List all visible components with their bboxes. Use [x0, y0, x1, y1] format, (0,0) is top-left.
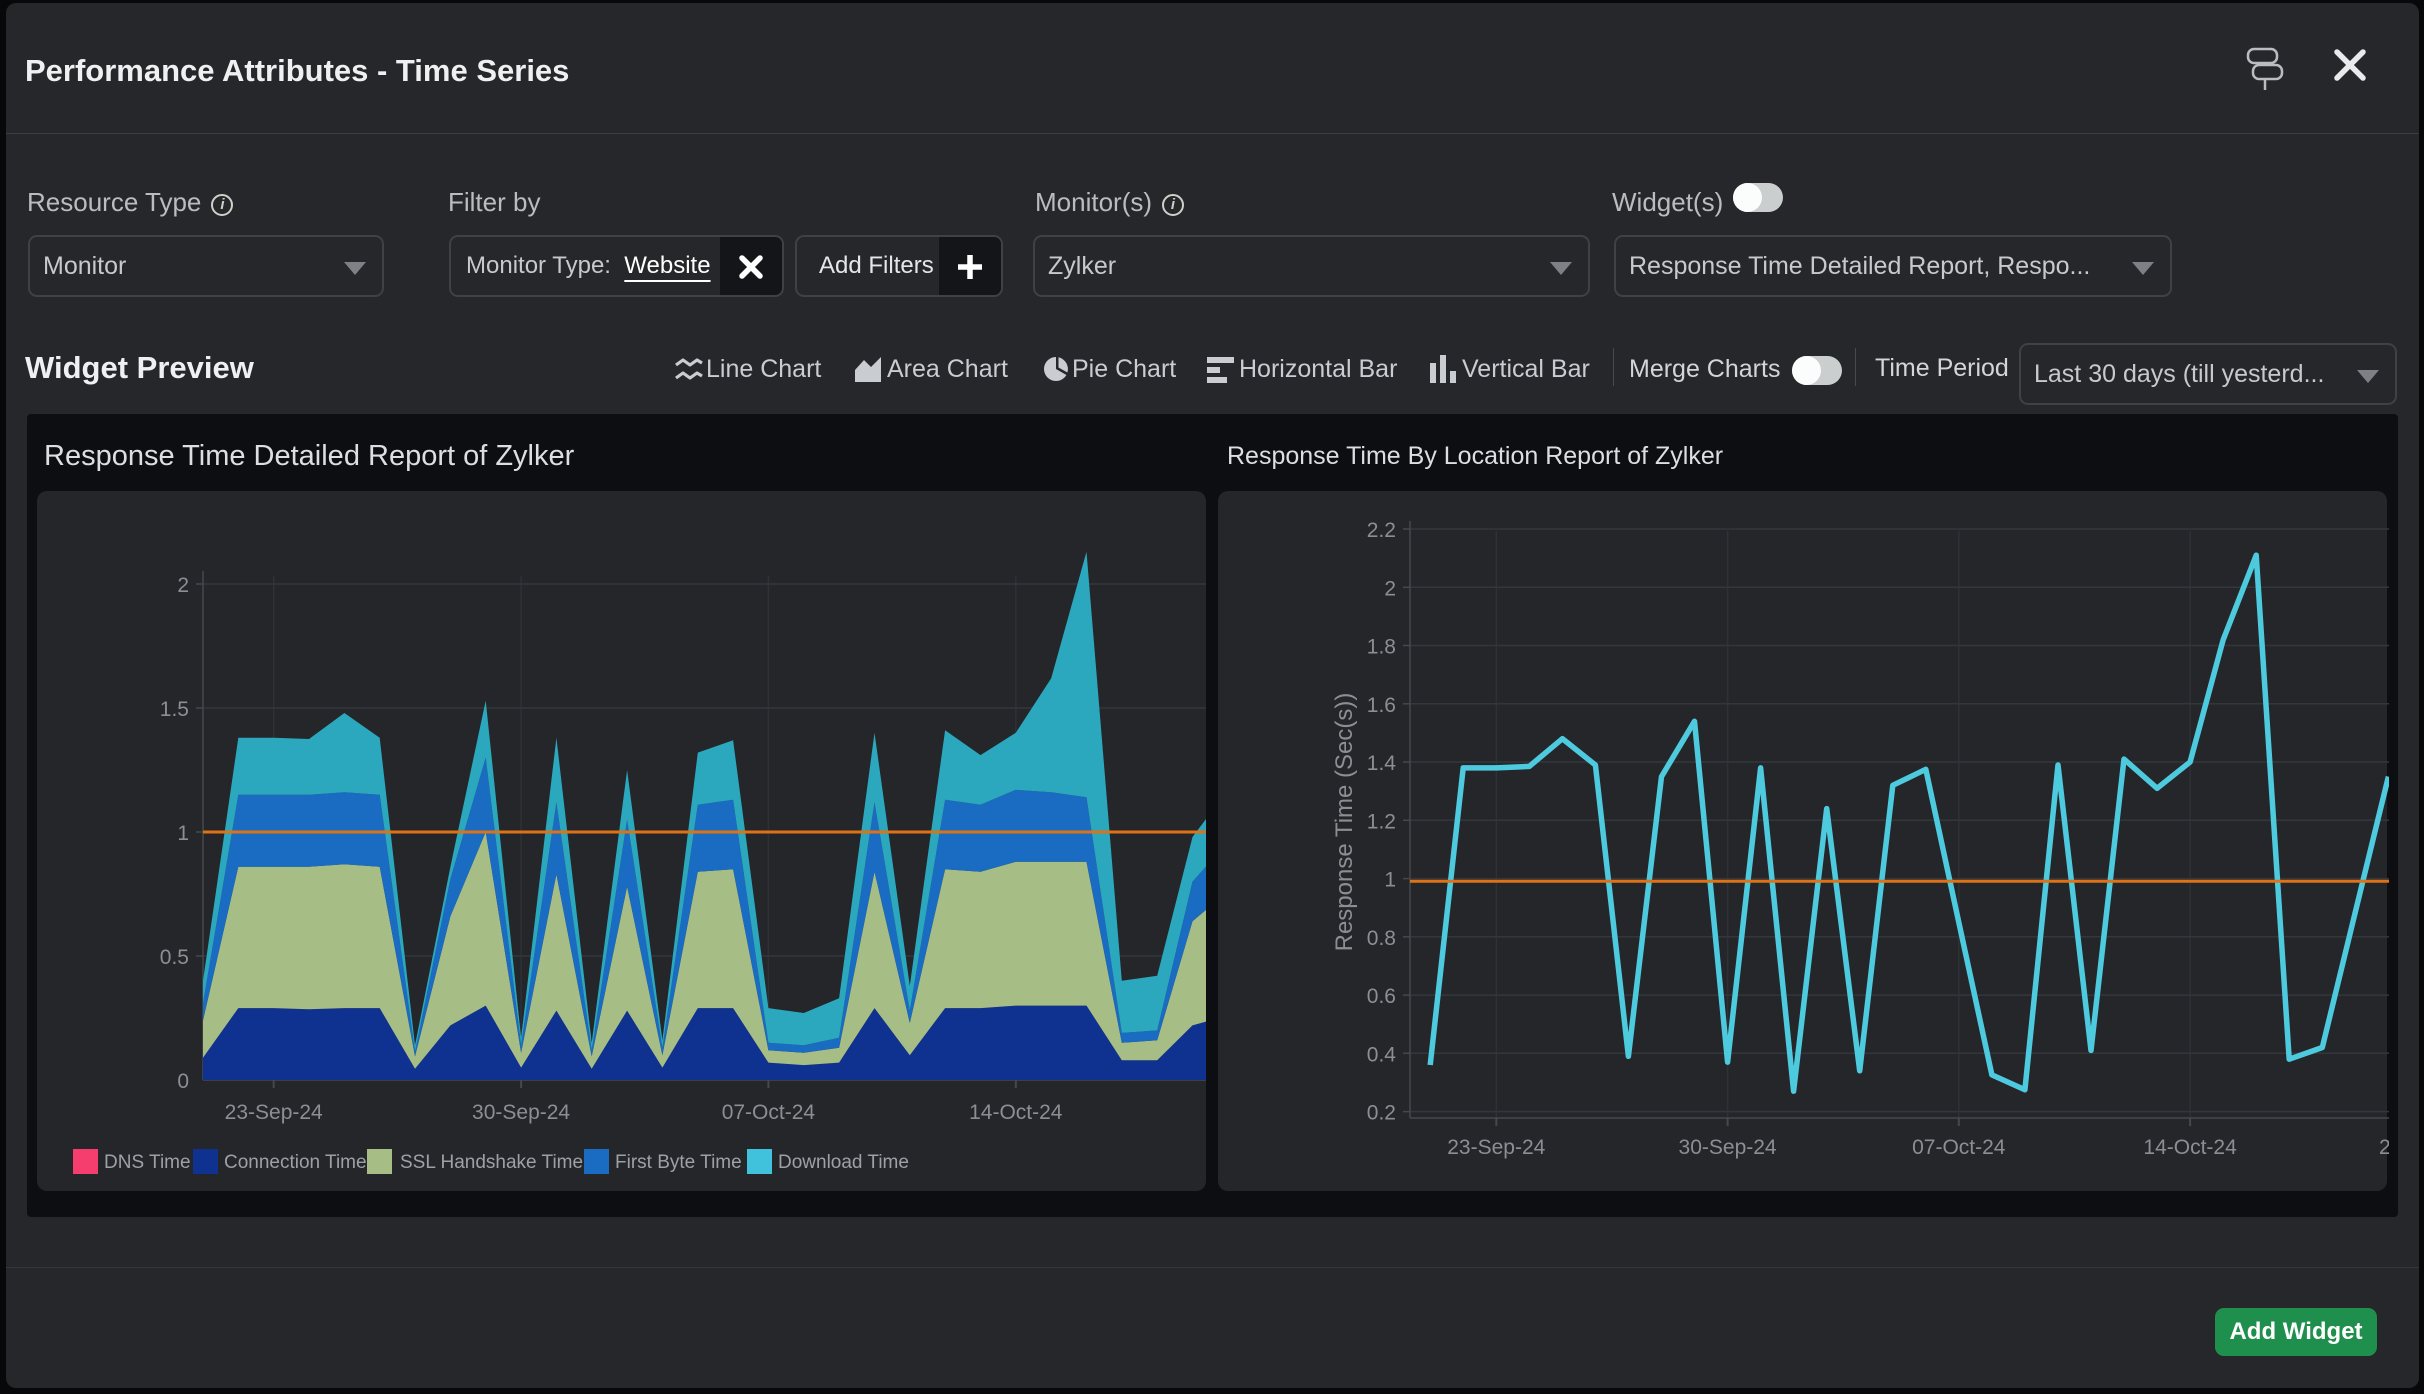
svg-text:1.5: 1.5: [160, 698, 189, 721]
svg-text:0.8: 0.8: [1367, 927, 1396, 950]
svg-text:2: 2: [1384, 577, 1396, 600]
svg-text:Connection Time: Connection Time: [224, 1152, 367, 1173]
svg-text:0.5: 0.5: [160, 946, 189, 969]
svg-text:Download Time: Download Time: [778, 1152, 909, 1173]
svg-text:2.2: 2.2: [1367, 519, 1396, 542]
svg-text:1: 1: [1384, 869, 1396, 892]
svg-text:0.2: 0.2: [1367, 1102, 1396, 1125]
svg-text:14-Oct-24: 14-Oct-24: [2143, 1136, 2237, 1159]
svg-text:0.6: 0.6: [1367, 985, 1396, 1008]
svg-text:07-Oct-24: 07-Oct-24: [722, 1101, 816, 1124]
svg-text:Response Time (Sec(s)): Response Time (Sec(s)): [1331, 693, 1358, 952]
svg-text:1.4: 1.4: [1367, 752, 1397, 775]
svg-text:07-Oct-24: 07-Oct-24: [1912, 1136, 2006, 1159]
svg-text:1.2: 1.2: [1367, 810, 1396, 833]
svg-text:1.6: 1.6: [1367, 694, 1396, 717]
svg-text:First Byte Time: First Byte Time: [615, 1152, 742, 1173]
svg-text:2: 2: [2379, 1136, 2389, 1159]
svg-text:30-Sep-24: 30-Sep-24: [1679, 1136, 1777, 1159]
svg-text:1.8: 1.8: [1367, 636, 1396, 659]
svg-text:30-Sep-24: 30-Sep-24: [472, 1101, 570, 1124]
svg-text:0: 0: [177, 1070, 189, 1093]
svg-text:1: 1: [177, 822, 189, 845]
svg-text:2: 2: [177, 574, 189, 597]
svg-text:23-Sep-24: 23-Sep-24: [225, 1101, 323, 1124]
svg-text:23-Sep-24: 23-Sep-24: [1447, 1136, 1545, 1159]
svg-text:14-Oct-24: 14-Oct-24: [969, 1101, 1063, 1124]
svg-text:SSL Handshake Time: SSL Handshake Time: [400, 1152, 583, 1173]
svg-text:0.4: 0.4: [1367, 1043, 1397, 1066]
svg-text:DNS Time: DNS Time: [104, 1152, 191, 1173]
